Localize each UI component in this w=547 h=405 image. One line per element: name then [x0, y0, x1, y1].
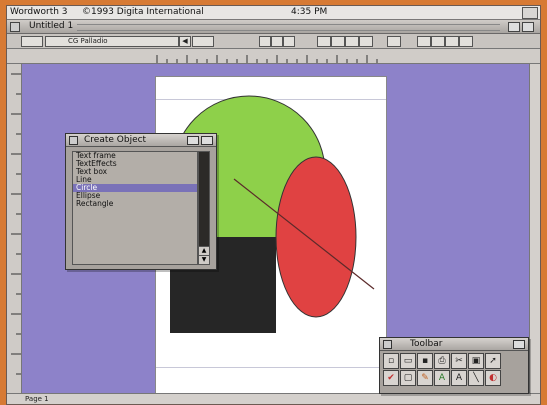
- tab-decimal-button[interactable]: [459, 36, 473, 47]
- draw-line-icon[interactable]: ╲: [468, 370, 484, 386]
- toolbar-close-icon[interactable]: [383, 340, 392, 349]
- vertical-ruler[interactable]: [7, 64, 22, 394]
- create-object-title: Create Object: [84, 135, 147, 145]
- font-size-field[interactable]: [192, 36, 214, 47]
- drag-bar[interactable]: [77, 24, 500, 31]
- paste-icon[interactable]: ▢: [400, 370, 416, 386]
- clock: 4:35 PM: [291, 7, 328, 17]
- scroll-down-icon[interactable]: ▼: [199, 255, 209, 264]
- panel-depth-icon[interactable]: [201, 136, 213, 145]
- create-object-panel: Create Object Text frame TextEffects Tex…: [65, 133, 217, 270]
- vertical-scrollbar[interactable]: [529, 64, 540, 394]
- font-selector[interactable]: CG Palladio: [45, 36, 179, 47]
- create-object-titlebar[interactable]: Create Object: [66, 134, 216, 147]
- ruler-ticks: [156, 55, 378, 63]
- toolbar-titlebar[interactable]: Toolbar: [380, 338, 528, 351]
- tab-center-button[interactable]: [431, 36, 445, 47]
- horizontal-ruler[interactable]: [7, 49, 540, 64]
- text-style-icon[interactable]: A: [434, 370, 450, 386]
- align-center-button[interactable]: [331, 36, 345, 47]
- cut-icon[interactable]: ✂: [451, 353, 467, 369]
- color-icon[interactable]: ◐: [485, 370, 501, 386]
- app-title: Wordworth 3: [10, 7, 68, 17]
- list-item[interactable]: Rectangle: [73, 200, 197, 208]
- spell-check-icon[interactable]: ✔: [383, 370, 399, 386]
- toolbar-panel: Toolbar ▫ ▭ ▪ ⎙ ✂ ▣ ➚ ✔ ▢ ✎ A A ╲ ◐: [379, 337, 529, 394]
- toolbar-depth-icon[interactable]: [513, 340, 525, 349]
- panel-close-icon[interactable]: [69, 136, 78, 145]
- red-ellipse[interactable]: [275, 156, 357, 318]
- thesaurus-icon[interactable]: ✎: [417, 370, 433, 386]
- align-right-button[interactable]: [345, 36, 359, 47]
- vruler-ticks: [11, 73, 21, 375]
- justify-button[interactable]: [359, 36, 373, 47]
- close-gadget-icon[interactable]: [10, 22, 20, 32]
- print-icon[interactable]: ⎙: [434, 353, 450, 369]
- bold-button[interactable]: [259, 36, 271, 47]
- spacing-button[interactable]: [387, 36, 401, 47]
- depth-gadget-icon[interactable]: [522, 22, 534, 32]
- format-toolbar: CG Palladio ◀: [7, 34, 540, 49]
- document-title-bar[interactable]: Untitled 1: [7, 20, 540, 34]
- zoom-gadget-icon[interactable]: [508, 22, 520, 32]
- tab-right-button[interactable]: [445, 36, 459, 47]
- new-document-icon[interactable]: ▫: [383, 353, 399, 369]
- list-scrollbar[interactable]: ▲ ▼: [198, 151, 210, 265]
- save-icon[interactable]: ▪: [417, 353, 433, 369]
- underline-button[interactable]: [283, 36, 295, 47]
- copyright-text: ©1993 Digita International: [82, 7, 204, 17]
- frame-icon[interactable]: ▣: [468, 353, 484, 369]
- scroll-up-icon[interactable]: ▲: [199, 246, 209, 255]
- tab-left-button[interactable]: [417, 36, 431, 47]
- object-type-list[interactable]: Text frame TextEffects Text box Line Cir…: [72, 151, 198, 265]
- pointer-icon[interactable]: ➚: [485, 353, 501, 369]
- toolbar-title: Toolbar: [410, 339, 443, 349]
- open-folder-icon[interactable]: ▭: [400, 353, 416, 369]
- screen-depth-icon[interactable]: [522, 7, 538, 19]
- panel-zoom-icon[interactable]: [187, 136, 199, 145]
- size-down-button[interactable]: ◀: [179, 36, 191, 47]
- horizontal-scrollbar[interactable]: Page 1: [7, 393, 540, 404]
- italic-button[interactable]: [271, 36, 283, 47]
- page-indicator: Page 1: [25, 395, 49, 403]
- style-menu-button[interactable]: [21, 36, 43, 47]
- document-title: Untitled 1: [29, 21, 74, 31]
- font-icon[interactable]: A: [451, 370, 467, 386]
- menu-bar: Wordworth 3 ©1993 Digita International 4…: [7, 6, 540, 20]
- align-left-button[interactable]: [317, 36, 331, 47]
- amiga-screen: Wordworth 3 ©1993 Digita International 4…: [6, 5, 541, 405]
